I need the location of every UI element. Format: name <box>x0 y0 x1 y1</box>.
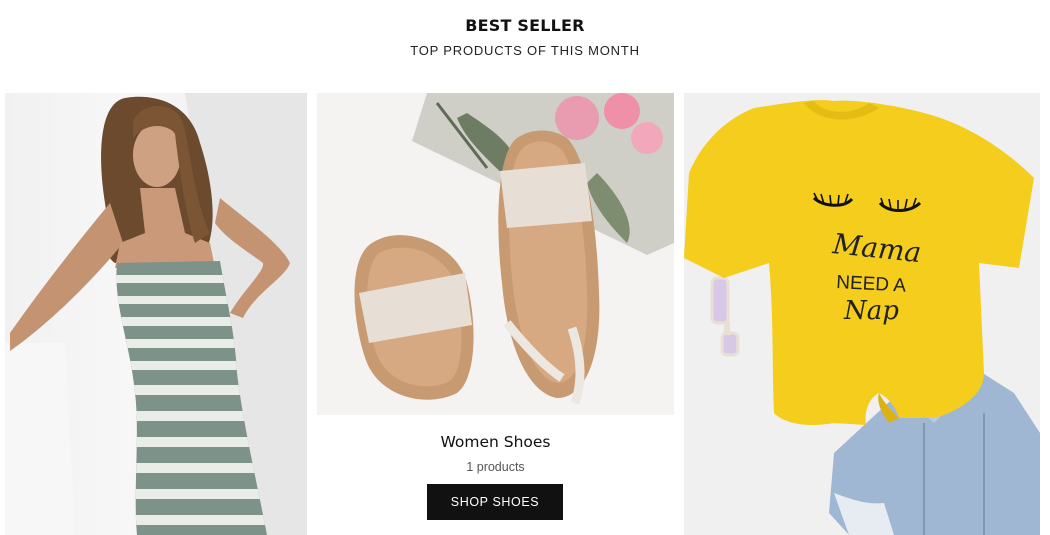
tee-image[interactable]: Mama NEED A Nap <box>684 93 1040 535</box>
category-product-count: 1 products <box>466 460 525 474</box>
shoes-image[interactable] <box>317 93 674 415</box>
category-name[interactable]: Women Shoes <box>317 433 674 451</box>
shop-shoes-button[interactable]: SHOP SHOES <box>427 484 563 520</box>
dress-model-image[interactable] <box>5 93 307 535</box>
sunglasses-icon <box>710 276 740 357</box>
category-info-panel: Women Shoes 1 products SHOP SHOES <box>317 415 674 535</box>
product-card-dress[interactable] <box>5 93 307 535</box>
section-subtitle: TOP PRODUCTS OF THIS MONTH <box>410 43 640 58</box>
tee-print-line-3: Nap <box>843 296 899 326</box>
product-card-tee[interactable]: Mama NEED A Nap <box>684 93 1040 535</box>
tee-print-line-2: NEED A <box>836 272 907 297</box>
section-title: BEST SELLER <box>465 16 585 35</box>
product-card-shoes[interactable]: Women Shoes 1 products SHOP SHOES <box>317 93 674 535</box>
